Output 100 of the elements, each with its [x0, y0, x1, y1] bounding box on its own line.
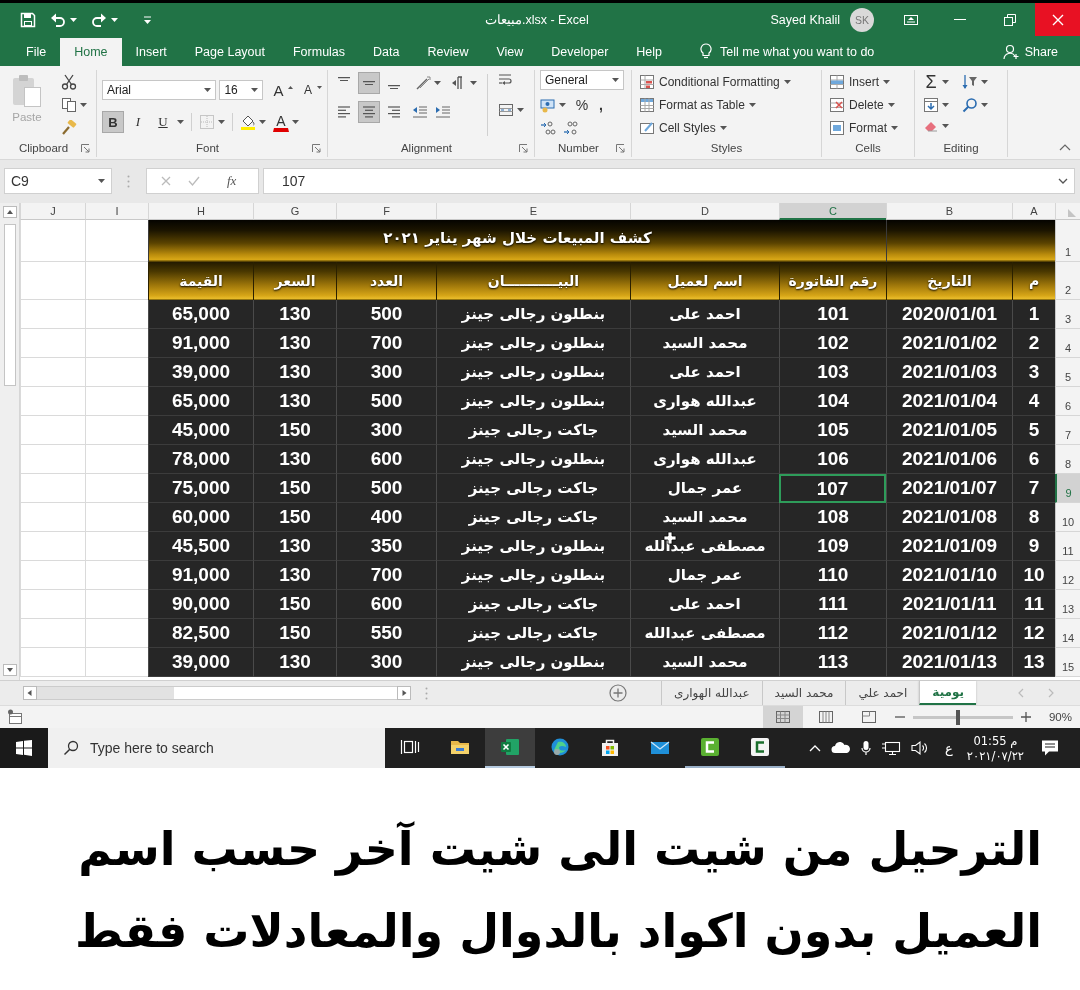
caret-icon[interactable]: [748, 103, 756, 107]
row-header[interactable]: 4: [1055, 329, 1080, 358]
column-header[interactable]: I: [85, 203, 148, 220]
ribbon-tab[interactable]: View: [482, 38, 538, 66]
caret-icon[interactable]: [177, 120, 184, 124]
align-center-button[interactable]: [358, 101, 380, 123]
decrease-font-size-button[interactable]: A: [302, 80, 314, 100]
clock-time[interactable]: 01:55 م: [973, 733, 1018, 748]
merge-cells-icon[interactable]: [498, 102, 514, 118]
caret-icon[interactable]: [719, 126, 727, 130]
sheet-tab[interactable]: يومية: [919, 681, 976, 705]
chevron-up-icon[interactable]: [809, 744, 822, 752]
column-header[interactable]: H: [148, 203, 253, 220]
caret-icon[interactable]: [783, 80, 791, 84]
caret-icon[interactable]: [887, 103, 895, 107]
restore-icon[interactable]: [1002, 11, 1018, 28]
search-icon[interactable]: [962, 97, 978, 113]
increase-indent-icon[interactable]: [435, 104, 451, 120]
caret-icon[interactable]: [70, 17, 77, 22]
caret-icon[interactable]: [612, 78, 619, 82]
zoom-in-icon[interactable]: [1020, 712, 1031, 722]
insert-function-button[interactable]: fx: [225, 173, 239, 189]
caret-icon[interactable]: [204, 88, 212, 92]
row-header[interactable]: 10: [1055, 503, 1080, 532]
cloud-icon[interactable]: [831, 742, 852, 754]
clock-date[interactable]: ٢٠٢١/٠٧/٢٢: [966, 748, 1024, 763]
dialog-launcher-icon[interactable]: [312, 143, 321, 153]
copy-icon[interactable]: [61, 97, 77, 113]
collapse-ribbon-icon[interactable]: [1059, 144, 1071, 151]
italic-button[interactable]: I: [127, 111, 149, 133]
percent-button[interactable]: %: [573, 96, 591, 114]
row-header[interactable]: 5: [1055, 358, 1080, 387]
column-header[interactable]: G: [253, 203, 336, 220]
column-header[interactable]: A: [1012, 203, 1055, 220]
microphone-icon[interactable]: [861, 740, 872, 756]
wrap-text-icon[interactable]: [498, 72, 514, 88]
fill-color-icon[interactable]: [240, 114, 256, 130]
row-header[interactable]: 2: [1055, 262, 1080, 300]
scrollbar-thumb[interactable]: [3, 224, 16, 386]
ribbon-tab[interactable]: Help: [622, 38, 677, 66]
column-header[interactable]: F: [336, 203, 436, 220]
caret-icon[interactable]: [98, 179, 105, 183]
taskbar-button[interactable]: [485, 728, 535, 768]
caret-icon[interactable]: [981, 103, 988, 107]
dialog-launcher-icon[interactable]: [519, 143, 528, 153]
checkmark-icon[interactable]: [187, 174, 201, 188]
vertical-scrollbar[interactable]: [0, 203, 20, 680]
ribbon-tab[interactable]: Data: [359, 38, 414, 66]
scroll-right-icon[interactable]: [397, 686, 411, 700]
cells-menu-button[interactable]: Format: [827, 118, 909, 138]
decrease-decimal-icon[interactable]: [563, 120, 579, 136]
save-icon[interactable]: [20, 11, 36, 28]
slider-thumb[interactable]: [955, 709, 960, 725]
row-header[interactable]: 15: [1055, 648, 1080, 677]
row-header[interactable]: 11: [1055, 532, 1080, 561]
customize-toolbar-icon[interactable]: [144, 15, 151, 24]
styles-menu-button[interactable]: Conditional Formatting: [637, 72, 816, 92]
caret-icon[interactable]: [470, 81, 477, 85]
zoom-level[interactable]: 90%: [1048, 711, 1072, 723]
ribbon-tab[interactable]: Page Layout: [180, 38, 279, 66]
input-language[interactable]: ع: [945, 740, 953, 756]
caret-icon[interactable]: [259, 120, 266, 124]
redo-icon[interactable]: [91, 11, 107, 28]
lightbulb-icon[interactable]: [700, 43, 713, 59]
caret-icon[interactable]: [517, 108, 524, 112]
caret-icon[interactable]: [559, 103, 566, 107]
increase-decimal-icon[interactable]: [540, 120, 556, 136]
ribbon-tab[interactable]: Developer: [537, 38, 623, 66]
expand-icon[interactable]: [1058, 178, 1068, 184]
network-icon[interactable]: [881, 740, 902, 756]
horizontal-scrollbar[interactable]: [37, 686, 397, 700]
fill-down-icon[interactable]: [923, 97, 939, 113]
row-header[interactable]: 8: [1055, 445, 1080, 474]
caret-icon[interactable]: [218, 120, 225, 124]
styles-menu-button[interactable]: Format as Table: [637, 95, 816, 115]
caret-icon[interactable]: [981, 80, 988, 84]
formula-input[interactable]: 107: [263, 168, 1075, 194]
scroll-left-icon[interactable]: [23, 686, 37, 700]
autosum-button[interactable]: Σ: [923, 72, 939, 92]
font-name-field[interactable]: Arial: [102, 80, 217, 100]
dialog-launcher-icon[interactable]: [81, 143, 90, 153]
row-header[interactable]: 12: [1055, 561, 1080, 590]
ribbon-tab[interactable]: Home: [60, 38, 122, 66]
column-header[interactable]: E: [436, 203, 630, 220]
caret-icon[interactable]: [891, 126, 898, 130]
caret-icon[interactable]: [250, 88, 258, 92]
share-button[interactable]: Share: [1000, 38, 1060, 66]
row-header[interactable]: 14: [1055, 619, 1080, 648]
notification-icon[interactable]: [1040, 738, 1060, 758]
sort-filter-icon[interactable]: [962, 74, 978, 90]
tell-me-search-field[interactable]: Tell me what you want to do: [720, 38, 901, 66]
undo-icon[interactable]: [50, 11, 66, 28]
row-header[interactable]: 13: [1055, 590, 1080, 619]
start-button[interactable]: [0, 728, 48, 768]
caret-icon[interactable]: [883, 80, 890, 84]
speaker-icon[interactable]: [911, 740, 930, 756]
caret-icon[interactable]: [434, 81, 441, 85]
caret-icon[interactable]: [292, 120, 299, 124]
comma-style-button[interactable]: ,: [594, 96, 608, 114]
scroll-down-icon[interactable]: [2, 664, 17, 676]
